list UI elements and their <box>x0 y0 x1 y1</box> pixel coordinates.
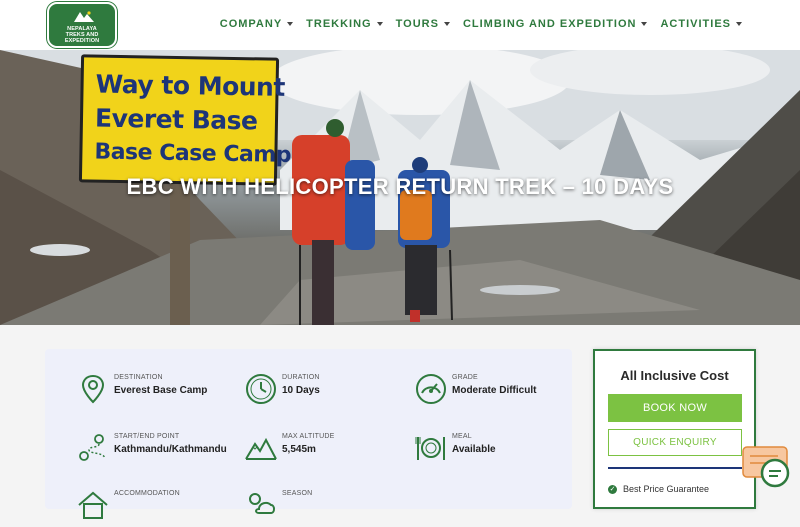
chat-widget-icon[interactable] <box>742 446 790 490</box>
logo-mountain-icon <box>74 11 94 22</box>
fact-label: MAX ALTITUDE <box>282 433 335 440</box>
fact-grade: GRADE Moderate Difficult <box>415 371 575 411</box>
nav-trekking-label: TREKKING <box>306 18 372 30</box>
fact-value: Everest Base Camp <box>114 385 208 396</box>
fact-label: DURATION <box>282 374 320 381</box>
quick-enquiry-button[interactable]: QUICK ENQUIRY <box>608 429 742 456</box>
nav-tours[interactable]: TOURS <box>396 18 450 30</box>
pricing-title: All Inclusive Cost <box>620 368 729 383</box>
nav-company[interactable]: COMPANY <box>219 18 294 30</box>
fact-label: SEASON <box>282 490 313 497</box>
chevron-down-icon <box>641 22 648 26</box>
pricing-divider <box>608 467 742 469</box>
fact-destination: DESTINATION Everest Base Camp <box>77 371 237 411</box>
nav-activities-label: ACTIVITIES <box>660 18 731 30</box>
chevron-down-icon <box>736 22 742 26</box>
map-pin-icon <box>81 374 105 404</box>
sign-line-2: Everet Base <box>94 103 258 136</box>
book-now-button[interactable]: BOOK NOW <box>608 394 742 422</box>
fact-label: ACCOMMODATION <box>114 490 180 497</box>
route-icon <box>79 434 106 461</box>
fact-value: Moderate Difficult <box>452 385 537 396</box>
trip-summary-section: DESTINATION Everest Base Camp DURATION 1… <box>0 325 800 519</box>
chevron-down-icon <box>376 22 383 26</box>
fact-value: 5,545m <box>282 444 316 455</box>
meal-icon <box>415 437 445 460</box>
site-logo[interactable]: NEPALAYA TREKS AND EXPEDITION <box>47 2 117 48</box>
trail-sign: Way to Mount Everet Base Base Case Camp <box>78 54 292 186</box>
sign-post <box>170 184 190 325</box>
fact-start-end: START/END POINT Kathmandu/Kathmandu <box>77 430 237 470</box>
nav-company-label: COMPANY <box>219 18 283 30</box>
check-circle-icon: ✓ <box>608 484 617 494</box>
mountain-icon <box>245 437 277 460</box>
pricing-card: All Inclusive Cost BOOK NOW QUICK ENQUIR… <box>593 349 756 509</box>
clock-icon <box>246 374 276 404</box>
fact-value: 10 Days <box>282 385 320 396</box>
logo-line-3: EXPEDITION <box>64 38 100 44</box>
nav-climbing[interactable]: CLIMBING AND EXPEDITION <box>463 18 648 30</box>
main-nav: COMPANY TREKKING TOURS CLIMBING AND EXPE… <box>220 18 742 30</box>
trip-facts-panel: DESTINATION Everest Base Camp DURATION 1… <box>45 349 575 519</box>
chevron-down-icon <box>443 22 450 26</box>
sign-line-3: Base Case Camp <box>94 139 292 168</box>
nav-climbing-label: CLIMBING AND EXPEDITION <box>462 18 637 30</box>
fact-meal: MEAL Available <box>415 430 575 470</box>
fact-accommodation: ACCOMMODATION <box>77 487 237 527</box>
nav-trekking[interactable]: TREKKING <box>306 18 383 30</box>
guarantee-text: Best Price Guarantee <box>623 484 710 494</box>
fact-value: Kathmandu/Kathmandu <box>114 444 227 455</box>
season-icon <box>249 493 275 514</box>
fact-label: GRADE <box>452 374 478 381</box>
page-title: EBC WITH HELICOPTER RETURN TREK – 10 DAY… <box>126 174 674 199</box>
fact-label: START/END POINT <box>114 433 180 440</box>
house-icon <box>78 491 108 519</box>
best-price-guarantee: ✓ Best Price Guarantee <box>608 484 709 494</box>
sign-line-1: Way to Mount <box>95 69 286 102</box>
fact-season: SEASON <box>245 487 405 527</box>
site-header: NEPALAYA TREKS AND EXPEDITION COMPANY TR… <box>0 0 800 50</box>
fact-label: MEAL <box>452 433 472 440</box>
fact-label: DESTINATION <box>114 374 163 381</box>
fact-max-altitude: MAX ALTITUDE 5,545m <box>245 430 405 470</box>
nav-tours-label: TOURS <box>395 18 439 30</box>
hero-banner: Way to Mount Everet Base Base Case Camp … <box>0 50 800 325</box>
fact-value: Available <box>452 444 496 455</box>
nav-activities[interactable]: ACTIVITIES <box>660 18 742 30</box>
gauge-icon <box>416 374 446 404</box>
chevron-down-icon <box>287 22 294 26</box>
fact-duration: DURATION 10 Days <box>245 371 405 411</box>
